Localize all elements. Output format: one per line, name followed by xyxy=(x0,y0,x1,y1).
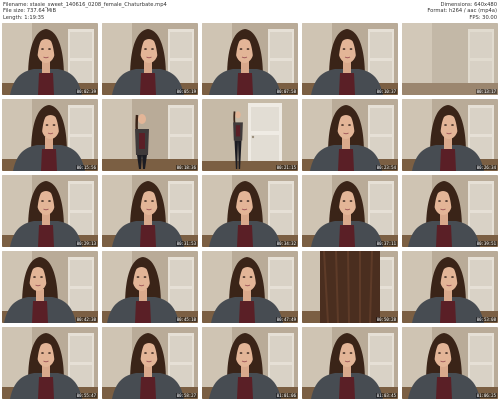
thumbnail-timestamp: 00:42:30 xyxy=(75,317,97,322)
video-thumbnail: 00:23:54 xyxy=(302,99,398,171)
thumbnail-image xyxy=(2,99,98,171)
video-thumbnail: 01:01:06 xyxy=(202,327,298,399)
video-thumbnail: 00:50:28 xyxy=(302,251,398,323)
video-thumbnail: 00:45:10 xyxy=(102,251,198,323)
video-thumbnail: 00:37:11 xyxy=(302,175,398,247)
thumbnail-timestamp: 00:45:10 xyxy=(175,317,197,322)
thumbnail-image xyxy=(102,99,198,171)
thumbnail-timestamp: 00:05:19 xyxy=(175,89,197,94)
video-thumbnail: 00:10:37 xyxy=(302,23,398,95)
thumbnail-image xyxy=(202,251,298,323)
video-thumbnail: 00:15:56 xyxy=(2,99,98,171)
thumbnail-grid: 00:02:39 00:05:19 00:07:58 00:10:37 00:13:17… xyxy=(2,23,498,399)
thumbnail-timestamp: 00:58:27 xyxy=(175,393,197,398)
thumbnail-image xyxy=(102,23,198,95)
video-thumbnail: 00:31:53 xyxy=(102,175,198,247)
thumbnail-image xyxy=(2,327,98,399)
thumbnail-timestamp: 00:21:15 xyxy=(275,165,297,170)
video-thumbnail: 00:29:13 xyxy=(2,175,98,247)
thumbnail-image xyxy=(102,251,198,323)
thumbnail-image xyxy=(302,175,398,247)
thumbnail-image xyxy=(402,327,498,399)
video-thumbnail: 00:53:08 xyxy=(402,251,498,323)
thumbnail-timestamp: 00:39:51 xyxy=(475,241,497,246)
thumbnail-timestamp: 00:31:53 xyxy=(175,241,197,246)
video-thumbnail: 00:07:58 xyxy=(202,23,298,95)
video-thumbnail: 00:26:34 xyxy=(402,99,498,171)
video-thumbnail: 00:13:17 xyxy=(402,23,498,95)
file-info-header: Filename: stasie_sweet_140616_0208_femal… xyxy=(0,0,500,22)
video-thumbnail: 00:02:39 xyxy=(2,23,98,95)
thumbnail-image xyxy=(2,251,98,323)
thumbnail-image xyxy=(402,23,498,95)
thumbnail-timestamp: 00:26:34 xyxy=(475,165,497,170)
format-text: Format: h264 / aac (mp4a) xyxy=(427,8,497,15)
thumbnail-image xyxy=(2,175,98,247)
thumbnail-image xyxy=(102,175,198,247)
thumbnail-timestamp: 00:18:36 xyxy=(175,165,197,170)
thumbnail-image xyxy=(202,327,298,399)
video-thumbnail: 00:39:51 xyxy=(402,175,498,247)
video-thumbnail: 00:18:36 xyxy=(102,99,198,171)
video-thumbnail: 00:42:30 xyxy=(2,251,98,323)
thumbnail-timestamp: 00:10:37 xyxy=(375,89,397,94)
thumbnail-image xyxy=(302,23,398,95)
thumbnail-timestamp: 00:23:54 xyxy=(375,165,397,170)
file-info-left: Filename: stasie_sweet_140616_0208_femal… xyxy=(3,2,167,21)
video-thumbnail: 00:47:49 xyxy=(202,251,298,323)
thumbnail-image xyxy=(402,175,498,247)
thumbnail-image xyxy=(302,99,398,171)
video-thumbnail: 00:05:19 xyxy=(102,23,198,95)
thumbnail-timestamp: 00:13:17 xyxy=(475,89,497,94)
thumbnail-timestamp: 00:53:08 xyxy=(475,317,497,322)
video-thumbnail: 00:58:27 xyxy=(102,327,198,399)
thumbnail-timestamp: 00:47:49 xyxy=(275,317,297,322)
thumbnail-timestamp: 00:15:56 xyxy=(75,165,97,170)
thumbnail-timestamp: 00:29:13 xyxy=(75,241,97,246)
thumbnail-timestamp: 01:06:25 xyxy=(475,393,497,398)
thumbnail-image xyxy=(202,175,298,247)
thumbnail-timestamp: 00:34:32 xyxy=(275,241,297,246)
thumbnail-image xyxy=(202,99,298,171)
thumbnail-image xyxy=(102,327,198,399)
thumbnail-image xyxy=(302,327,398,399)
thumbnail-timestamp: 01:01:06 xyxy=(275,393,297,398)
fps-text: FPS: 30.00 xyxy=(469,14,497,21)
video-thumbnail: 00:34:32 xyxy=(202,175,298,247)
thumbnail-image xyxy=(402,99,498,171)
thumbnail-image xyxy=(402,251,498,323)
thumbnail-image xyxy=(2,23,98,95)
thumbnail-timestamp: 00:50:28 xyxy=(375,317,397,322)
thumbnail-image xyxy=(202,23,298,95)
video-thumbnail: 01:03:45 xyxy=(302,327,398,399)
video-thumbnail: 01:06:25 xyxy=(402,327,498,399)
thumbnail-timestamp: 00:02:39 xyxy=(75,89,97,94)
thumbnail-timestamp: 00:37:11 xyxy=(375,241,397,246)
thumbnail-timestamp: 01:03:45 xyxy=(375,393,397,398)
thumbnail-image xyxy=(302,251,398,323)
length-text: Length: 1:19:35 xyxy=(3,14,45,21)
video-thumbnail: 00:55:47 xyxy=(2,327,98,399)
file-info-right: Dimensions: 640x480 Format: h264 / aac (… xyxy=(427,2,497,21)
thumbnail-timestamp: 00:07:58 xyxy=(275,89,297,94)
video-thumbnail: 00:21:15 xyxy=(202,99,298,171)
thumbnail-timestamp: 00:55:47 xyxy=(75,393,97,398)
